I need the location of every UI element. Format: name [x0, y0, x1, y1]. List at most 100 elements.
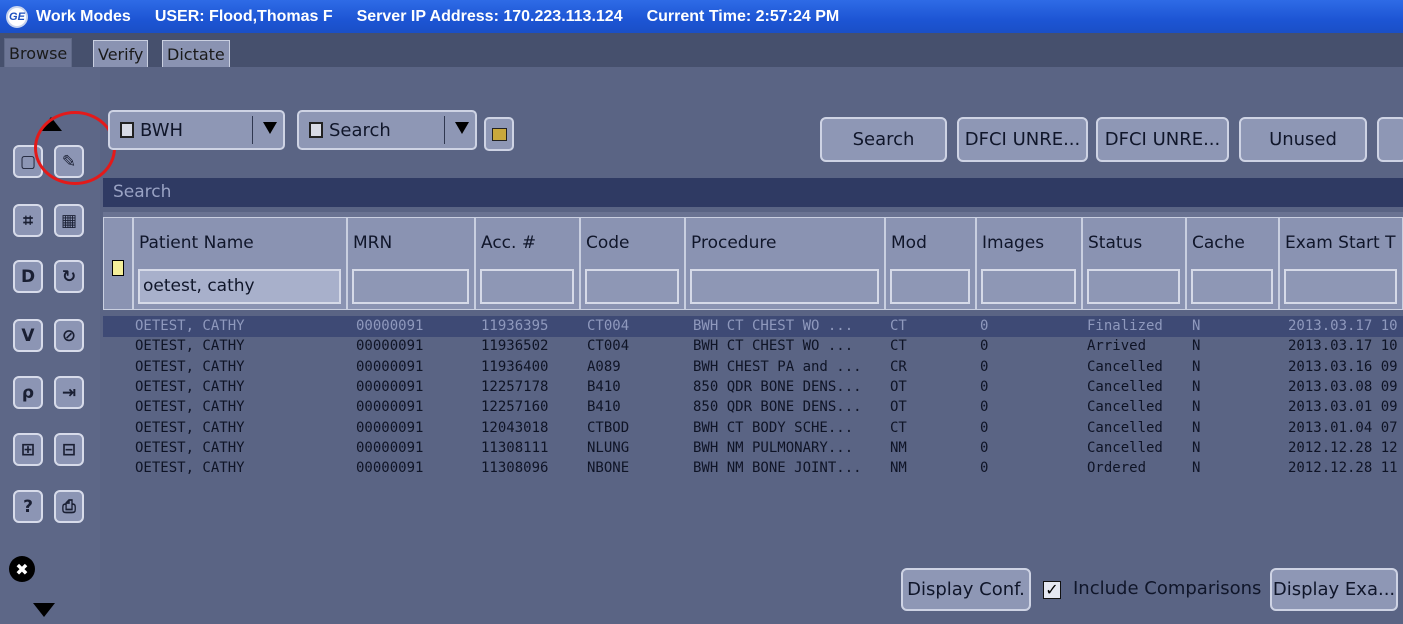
table-cell: 2013.01.04 07: [1288, 419, 1398, 436]
column-header-5[interactable]: Mod: [885, 217, 976, 310]
d-button[interactable]: D: [13, 260, 43, 293]
dfci-unread-button-1[interactable]: DFCI UNRE...: [957, 117, 1088, 162]
column-header-4[interactable]: Procedure: [685, 217, 885, 310]
table-cell: OETEST, CATHY: [135, 399, 245, 416]
select-button[interactable]: ▢: [13, 145, 43, 178]
column-filter-field[interactable]: [1191, 269, 1273, 304]
chevron-down-icon[interactable]: [455, 122, 469, 134]
refresh-button[interactable]: ↻: [54, 260, 84, 293]
table-cell: 11308111: [481, 439, 549, 456]
table-cell: NLUNG: [587, 439, 630, 456]
column-filter-field[interactable]: oetest, cathy: [138, 269, 341, 304]
help-button[interactable]: ?: [13, 490, 43, 523]
table-cell: NM: [890, 460, 907, 477]
tab-browse[interactable]: Browse: [4, 38, 73, 68]
v-icon: V: [21, 325, 35, 346]
cancel-button[interactable]: ⊘: [54, 319, 84, 352]
table-row[interactable]: OETEST, CATHY 00000091 12257160 B410 850 QDR…: [103, 397, 1403, 418]
barcode-button[interactable]: ▦: [54, 204, 84, 237]
expand-button[interactable]: ⊞: [13, 433, 43, 466]
column-filter-field[interactable]: [585, 269, 679, 304]
work-modes-menu[interactable]: Work Modes: [36, 8, 131, 26]
v-button[interactable]: V: [13, 319, 43, 352]
table-cell: NM: [890, 439, 907, 456]
binoculars-button[interactable]: ⌗: [13, 204, 43, 237]
tab-dictate[interactable]: Dictate: [162, 40, 230, 68]
table-cell: 0: [980, 419, 989, 436]
column-filter-field[interactable]: [690, 269, 879, 304]
tab-verify[interactable]: Verify: [93, 40, 149, 68]
table-row[interactable]: OETEST, CATHY 00000091 11936502 CT004 BWH CT…: [103, 336, 1403, 357]
include-comparisons-label: Include Comparisons: [1073, 578, 1262, 599]
select-all-corner[interactable]: [103, 217, 133, 310]
column-label: Acc. #: [481, 233, 537, 253]
column-header-3[interactable]: Code: [580, 217, 685, 310]
include-comparisons-checkbox[interactable]: ✓: [1043, 581, 1061, 599]
column-filter-field[interactable]: [890, 269, 970, 304]
table-cell: Cancelled: [1087, 419, 1163, 436]
d-icon: D: [20, 266, 36, 287]
more-button[interactable]: [1377, 117, 1403, 162]
table-cell: 00000091: [356, 439, 424, 456]
table-cell: 00000091: [356, 419, 424, 436]
column-header-8[interactable]: Cache: [1186, 217, 1279, 310]
edit-button[interactable]: ✎: [54, 145, 84, 178]
site-select[interactable]: BWH: [108, 110, 285, 150]
column-header-1[interactable]: MRN: [347, 217, 475, 310]
chevron-down-icon[interactable]: [263, 122, 277, 134]
table-cell: OETEST, CATHY: [135, 358, 245, 375]
display-exam-button[interactable]: Display Exa...: [1270, 568, 1398, 611]
export-button[interactable]: ⇥: [54, 376, 84, 409]
table-cell: 12043018: [481, 419, 549, 436]
ge-logo-icon: GE: [6, 5, 28, 28]
lasso-button[interactable]: ρ: [13, 376, 43, 409]
column-filter-field[interactable]: [981, 269, 1076, 304]
table-row[interactable]: OETEST, CATHY 00000091 11936395 CT004 BWH CT…: [103, 316, 1403, 337]
table-cell: 00000091: [356, 460, 424, 477]
close-icon[interactable]: ✖: [9, 556, 35, 582]
search-select[interactable]: Search: [297, 110, 477, 150]
column-header-0[interactable]: Patient Name oetest, cathy: [133, 217, 347, 310]
scroll-down-arrow-icon[interactable]: [33, 603, 55, 617]
column-header-6[interactable]: Images: [976, 217, 1082, 310]
column-filter-field[interactable]: [1087, 269, 1180, 304]
column-label: Exam Start T: [1285, 233, 1396, 253]
table-cell: 00000091: [356, 399, 424, 416]
column-label: Status: [1088, 233, 1143, 253]
display-conf-button[interactable]: Display Conf.: [901, 568, 1031, 611]
table-row[interactable]: OETEST, CATHY 00000091 11308111 NLUNG BWH NM…: [103, 438, 1403, 459]
table-cell: Finalized: [1087, 318, 1163, 334]
folder-button[interactable]: [484, 117, 514, 151]
table-cell: N: [1192, 378, 1201, 395]
table-cell: 0: [980, 439, 989, 456]
document-icon: [309, 122, 323, 138]
column-filter-field[interactable]: [1284, 269, 1397, 304]
collapse-button[interactable]: ⊟: [54, 433, 84, 466]
column-header-9[interactable]: Exam Start T: [1279, 217, 1403, 310]
table-row[interactable]: OETEST, CATHY 00000091 12257178 B410 850 QDR…: [103, 377, 1403, 398]
unused-button[interactable]: Unused: [1239, 117, 1367, 162]
table-cell: 2013.03.08 09: [1288, 378, 1398, 395]
table-row[interactable]: OETEST, CATHY 00000091 11308096 NBONE BWH NM…: [103, 458, 1403, 479]
dfci-unread-button-2[interactable]: DFCI UNRE...: [1096, 117, 1229, 162]
table-cell: B410: [587, 378, 621, 395]
collapse-icon: ⊟: [61, 439, 77, 460]
search-button[interactable]: Search: [820, 117, 947, 162]
table-cell: BWH NM PULMONARY...: [693, 439, 854, 456]
column-header-2[interactable]: Acc. #: [475, 217, 580, 310]
table-row[interactable]: OETEST, CATHY 00000091 12043018 CTBOD BWH CT…: [103, 418, 1403, 439]
print-button[interactable]: ⎙: [54, 490, 84, 523]
table-cell: OT: [890, 378, 907, 395]
print-icon: ⎙: [62, 496, 76, 517]
scroll-up-arrow-icon[interactable]: [40, 117, 62, 131]
table-row[interactable]: OETEST, CATHY 00000091 11936400 A089 BWH CHE…: [103, 357, 1403, 378]
column-header-7[interactable]: Status: [1082, 217, 1186, 310]
table-cell: NBONE: [587, 460, 630, 477]
table-cell: BWH CHEST PA and ...: [693, 358, 862, 375]
folder-icon: [491, 127, 507, 141]
table-cell: 850 QDR BONE DENS...: [693, 378, 862, 395]
column-label: Cache: [1192, 233, 1245, 253]
column-filter-field[interactable]: [480, 269, 574, 304]
current-time-label: Current Time: 2:57:24 PM: [646, 7, 840, 25]
column-filter-field[interactable]: [352, 269, 469, 304]
